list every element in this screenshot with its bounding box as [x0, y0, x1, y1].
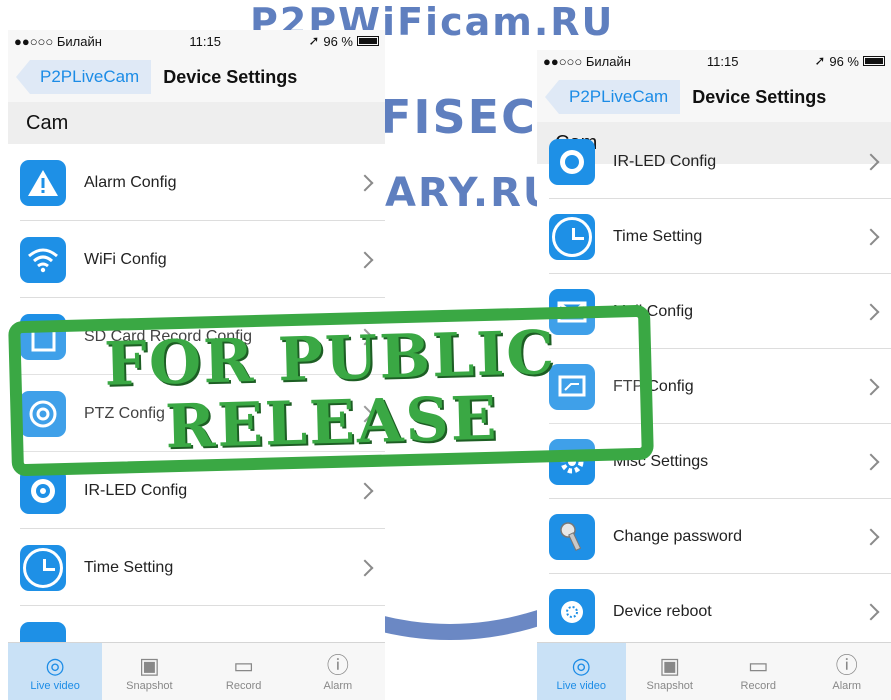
clock-icon [20, 544, 66, 591]
tab-alarm[interactable]: ⓘ Alarm [291, 643, 385, 700]
location-icon: ➚ [814, 53, 826, 68]
tab-label: Record [740, 679, 776, 692]
live-video-icon: ◎ [45, 652, 65, 678]
settings-row-device-reboot[interactable]: Device reboot [537, 574, 891, 649]
row-label: Time Setting [84, 558, 174, 576]
settings-row-alarm-config[interactable]: Alarm Config [8, 144, 385, 221]
status-bar: ●●○○○ Билайн 11:15 ➚ 96 % [8, 30, 385, 52]
row-label: Device reboot [613, 602, 712, 620]
tab-label: Record [225, 679, 262, 692]
tab-alarm[interactable]: ⓘ Alarm [803, 643, 891, 700]
chevron-right-icon [862, 303, 880, 320]
tab-record[interactable]: ▭ Record [714, 643, 803, 700]
record-icon: ▭ [747, 652, 769, 678]
live-video-icon: ◎ [571, 652, 591, 678]
battery-percent: 96 % [323, 33, 353, 49]
tab-live-video[interactable]: ◎ Live video [537, 643, 626, 700]
settings-row-change-password[interactable]: Change password [537, 499, 891, 574]
alarm-icon: ⓘ [835, 652, 858, 678]
watermark-text-3: ARY.RU [385, 170, 558, 216]
tab-snapshot[interactable]: ▣ Snapshot [626, 643, 715, 700]
settings-row-time-setting[interactable]: Time Setting [537, 199, 891, 274]
chevron-right-icon [862, 528, 880, 545]
tab-label: Snapshot [646, 679, 693, 692]
chevron-right-icon [356, 559, 374, 576]
tab-label: Live video [556, 679, 607, 692]
row-label: Alarm Config [84, 173, 177, 191]
chevron-right-icon [862, 453, 880, 470]
row-label: WiFi Config [84, 250, 167, 268]
tab-snapshot[interactable]: ▣ Snapshot [102, 643, 196, 700]
row-label: Change password [613, 527, 742, 545]
stamp-line-2: RELEASE [164, 383, 500, 462]
chevron-right-icon [356, 174, 374, 191]
battery-icon [862, 56, 885, 66]
warning-icon [20, 159, 66, 206]
location-icon: ➚ [308, 33, 320, 48]
row-label: Misc Settings [613, 452, 709, 470]
status-time: 11:15 [189, 33, 221, 49]
chevron-right-icon [356, 482, 374, 499]
nav-bar: P2PLiveCam Device Settings [537, 72, 891, 122]
tab-label: Alarm [832, 679, 862, 692]
chevron-right-icon [356, 251, 374, 268]
row-label: Time Setting [613, 227, 703, 245]
tab-bar: ◎ Live video ▣ Snapshot ▭ Record ⓘ Alarm [537, 642, 891, 700]
settings-row-wifi-config[interactable]: WiFi Config [8, 221, 385, 298]
back-button[interactable]: P2PLiveCam [16, 60, 152, 94]
chevron-right-icon [862, 228, 880, 245]
tab-label: Snapshot [126, 679, 173, 692]
section-header: Cam [8, 102, 385, 144]
alarm-icon: ⓘ [326, 652, 349, 678]
key-icon [549, 513, 595, 560]
row-label: IR-LED Config [84, 481, 188, 499]
chevron-right-icon [862, 603, 880, 620]
back-button[interactable]: P2PLiveCam [545, 80, 681, 114]
carrier-label: ●●○○○ Билайн [543, 53, 631, 69]
status-bar: ●●○○○ Билайн 11:15 ➚ 96 % [537, 50, 891, 72]
settings-row-time-setting[interactable]: Time Setting [8, 529, 385, 606]
status-time: 11:15 [706, 53, 739, 69]
ir-led-icon [549, 138, 595, 185]
tab-bar: ◎ Live video ▣ Snapshot ▭ Record ⓘ Alarm [8, 642, 385, 700]
tab-record[interactable]: ▭ Record [197, 643, 291, 700]
chevron-right-icon [862, 153, 880, 170]
tab-label: Alarm [323, 679, 353, 692]
tab-label: Live video [30, 679, 80, 692]
row-label: IR-LED Config [613, 152, 717, 170]
chevron-right-icon [862, 378, 880, 395]
for-public-release-stamp: FOR PUBLIC RELEASE [8, 304, 654, 477]
battery-percent: 96 % [829, 53, 859, 69]
nav-bar: P2PLiveCam Device Settings [8, 52, 385, 102]
reboot-icon [549, 588, 595, 635]
record-icon: ▭ [233, 652, 255, 678]
tab-live-video[interactable]: ◎ Live video [8, 643, 103, 700]
row-label: Mail Config [613, 302, 694, 320]
page-title: Device Settings [692, 86, 827, 107]
clock-icon [549, 213, 595, 260]
snapshot-icon: ▣ [659, 652, 681, 678]
battery-icon [356, 36, 379, 46]
snapshot-icon: ▣ [138, 652, 160, 678]
page-title: Device Settings [163, 66, 298, 87]
wifi-icon [20, 236, 66, 283]
settings-row-ir-led-config[interactable]: IR-LED Config [537, 124, 891, 199]
carrier-label: ●●○○○ Билайн [14, 33, 102, 49]
watermark-text-2: FISEC. [380, 90, 557, 144]
